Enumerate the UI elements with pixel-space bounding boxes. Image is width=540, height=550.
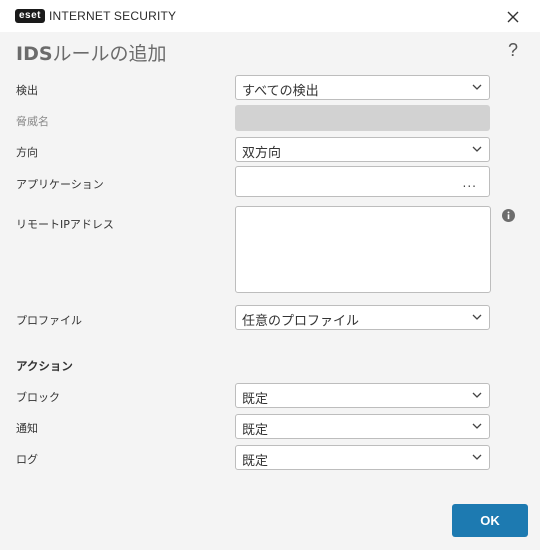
application-label: アプリケーション (16, 178, 104, 191)
close-button[interactable] (506, 9, 520, 23)
detection-label: 検出 (16, 84, 38, 97)
notify-value: 既定 (242, 423, 269, 438)
info-icon[interactable] (502, 209, 515, 222)
profile-select[interactable]: 任意のプロファイル (235, 305, 490, 330)
title-suffix: ルールの追加 (52, 43, 167, 65)
close-icon (507, 11, 519, 23)
threat-name-field (235, 105, 490, 131)
application-field[interactable]: ... (235, 166, 490, 197)
log-select[interactable]: 既定 (235, 445, 490, 470)
title-bar: eset INTERNET SECURITY (0, 0, 540, 32)
remote-ip-label: リモートIPアドレス (16, 218, 114, 231)
chevron-down-icon (472, 146, 482, 152)
notify-label: 通知 (16, 422, 38, 435)
threat-name-label: 脅威名 (16, 115, 49, 128)
direction-value: 双方向 (242, 146, 282, 161)
chevron-down-icon (472, 84, 482, 90)
log-label: ログ (16, 453, 38, 466)
chevron-down-icon (472, 454, 482, 460)
chevron-down-icon (472, 423, 482, 429)
actions-heading: アクション (16, 359, 73, 373)
direction-select[interactable]: 双方向 (235, 137, 490, 162)
chevron-down-icon (472, 392, 482, 398)
block-label: ブロック (16, 391, 60, 404)
app-title: INTERNET SECURITY (49, 9, 177, 23)
eset-logo: eset INTERNET SECURITY (15, 9, 176, 23)
ok-button[interactable]: OK (452, 504, 528, 537)
page-title: IDSルールの追加 (16, 39, 167, 66)
profile-label: プロファイル (16, 314, 82, 327)
detection-select[interactable]: すべての検出 (235, 75, 490, 100)
help-icon[interactable]: ? (508, 40, 518, 61)
log-value: 既定 (242, 454, 269, 469)
logo-badge: eset (15, 9, 46, 23)
profile-value: 任意のプロファイル (242, 314, 360, 329)
browse-button[interactable]: ... (463, 176, 477, 190)
detection-value: すべての検出 (242, 84, 319, 99)
direction-label: 方向 (16, 146, 38, 159)
block-select[interactable]: 既定 (235, 383, 490, 408)
title-prefix: IDS (16, 43, 53, 65)
chevron-down-icon (472, 314, 482, 320)
remote-ip-textarea[interactable] (235, 206, 491, 293)
block-value: 既定 (242, 392, 269, 407)
notify-select[interactable]: 既定 (235, 414, 490, 439)
